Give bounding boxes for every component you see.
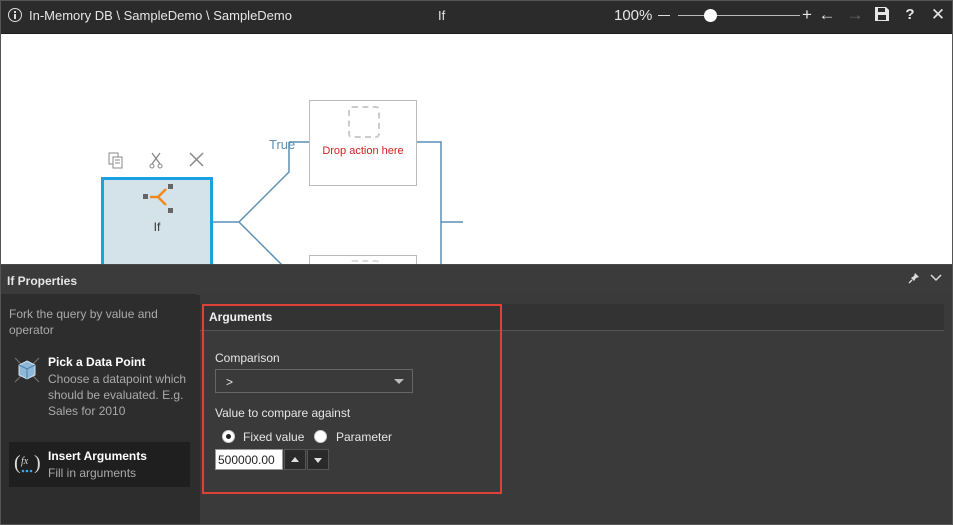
value-input[interactable] bbox=[215, 449, 283, 470]
zoom-in-icon[interactable]: + bbox=[798, 5, 816, 25]
step-title: Pick a Data Point bbox=[48, 355, 146, 369]
comparison-select[interactable]: > bbox=[215, 369, 413, 393]
workflow-canvas[interactable]: True If Drop action here bbox=[1, 34, 952, 264]
breadcrumb-path: In-Memory DB \ SampleDemo \ SampleDemo bbox=[29, 8, 292, 23]
arguments-header: Arguments bbox=[200, 304, 944, 331]
forward-icon[interactable]: → bbox=[846, 5, 864, 25]
close-icon[interactable]: ✕ bbox=[929, 5, 947, 25]
zoom-slider[interactable] bbox=[678, 15, 800, 16]
svg-text:): ) bbox=[34, 452, 41, 474]
drop-placeholder-icon bbox=[348, 106, 380, 138]
chevron-down-icon bbox=[394, 379, 404, 384]
properties-title: If Properties bbox=[7, 274, 78, 288]
chevron-down-icon[interactable] bbox=[930, 270, 942, 286]
comparison-value: > bbox=[226, 375, 234, 389]
parameter-radio[interactable] bbox=[314, 430, 327, 443]
step-subtitle: Choose a datapoint which should be evalu… bbox=[48, 372, 187, 418]
properties-header: If Properties bbox=[0, 264, 953, 295]
fork-icon bbox=[143, 184, 173, 213]
svg-text:(: ( bbox=[14, 452, 21, 474]
fixed-value-radio[interactable] bbox=[222, 430, 235, 443]
title-bar: In-Memory DB \ SampleDemo \ SampleDemo I… bbox=[0, 0, 953, 34]
zoom-slider-thumb[interactable] bbox=[704, 9, 717, 22]
compare-value-label: Value to compare against bbox=[215, 406, 351, 420]
zoom-out-icon[interactable] bbox=[658, 15, 670, 16]
window-title: If bbox=[438, 8, 446, 23]
step-subtitle: Fill in arguments bbox=[48, 466, 137, 480]
if-node-label: If bbox=[153, 220, 161, 234]
back-icon[interactable]: ← bbox=[818, 5, 836, 25]
drop-zone-text: Drop action here bbox=[322, 145, 404, 157]
drop-zone-true[interactable]: Drop action here bbox=[309, 100, 417, 186]
step-insert-arguments[interactable]: ( ) fx Insert Arguments Fill in argument… bbox=[9, 442, 190, 487]
zoom-level: 100% bbox=[614, 7, 653, 24]
arguments-title: Arguments bbox=[209, 310, 273, 324]
if-node[interactable]: If bbox=[101, 177, 213, 264]
step-pick-data-point[interactable]: Pick a Data Point Choose a datapoint whi… bbox=[9, 348, 190, 438]
pin-icon[interactable] bbox=[908, 272, 920, 287]
drop-zone-false[interactable] bbox=[309, 255, 417, 264]
parameter-label: Parameter bbox=[336, 430, 393, 444]
fixed-value-label: Fixed value bbox=[243, 430, 305, 444]
arguments-panel: Arguments Comparison > Value to compare … bbox=[200, 294, 953, 525]
cube-icon bbox=[14, 357, 40, 383]
svg-text:fx: fx bbox=[21, 456, 29, 467]
info-icon[interactable] bbox=[8, 8, 22, 22]
comparison-label: Comparison bbox=[215, 351, 280, 365]
save-icon[interactable] bbox=[873, 6, 891, 27]
increment-button[interactable] bbox=[284, 449, 306, 470]
decrement-button[interactable] bbox=[307, 449, 329, 470]
step-title: Insert Arguments bbox=[48, 449, 147, 463]
help-icon[interactable]: ? bbox=[901, 5, 919, 25]
properties-description: Fork the query by value and operator bbox=[9, 307, 158, 337]
wizard-steps-panel: Fork the query by value and operator Pic… bbox=[0, 294, 196, 525]
function-icon: ( ) fx bbox=[14, 452, 41, 474]
branch-true-label: True bbox=[269, 137, 296, 152]
